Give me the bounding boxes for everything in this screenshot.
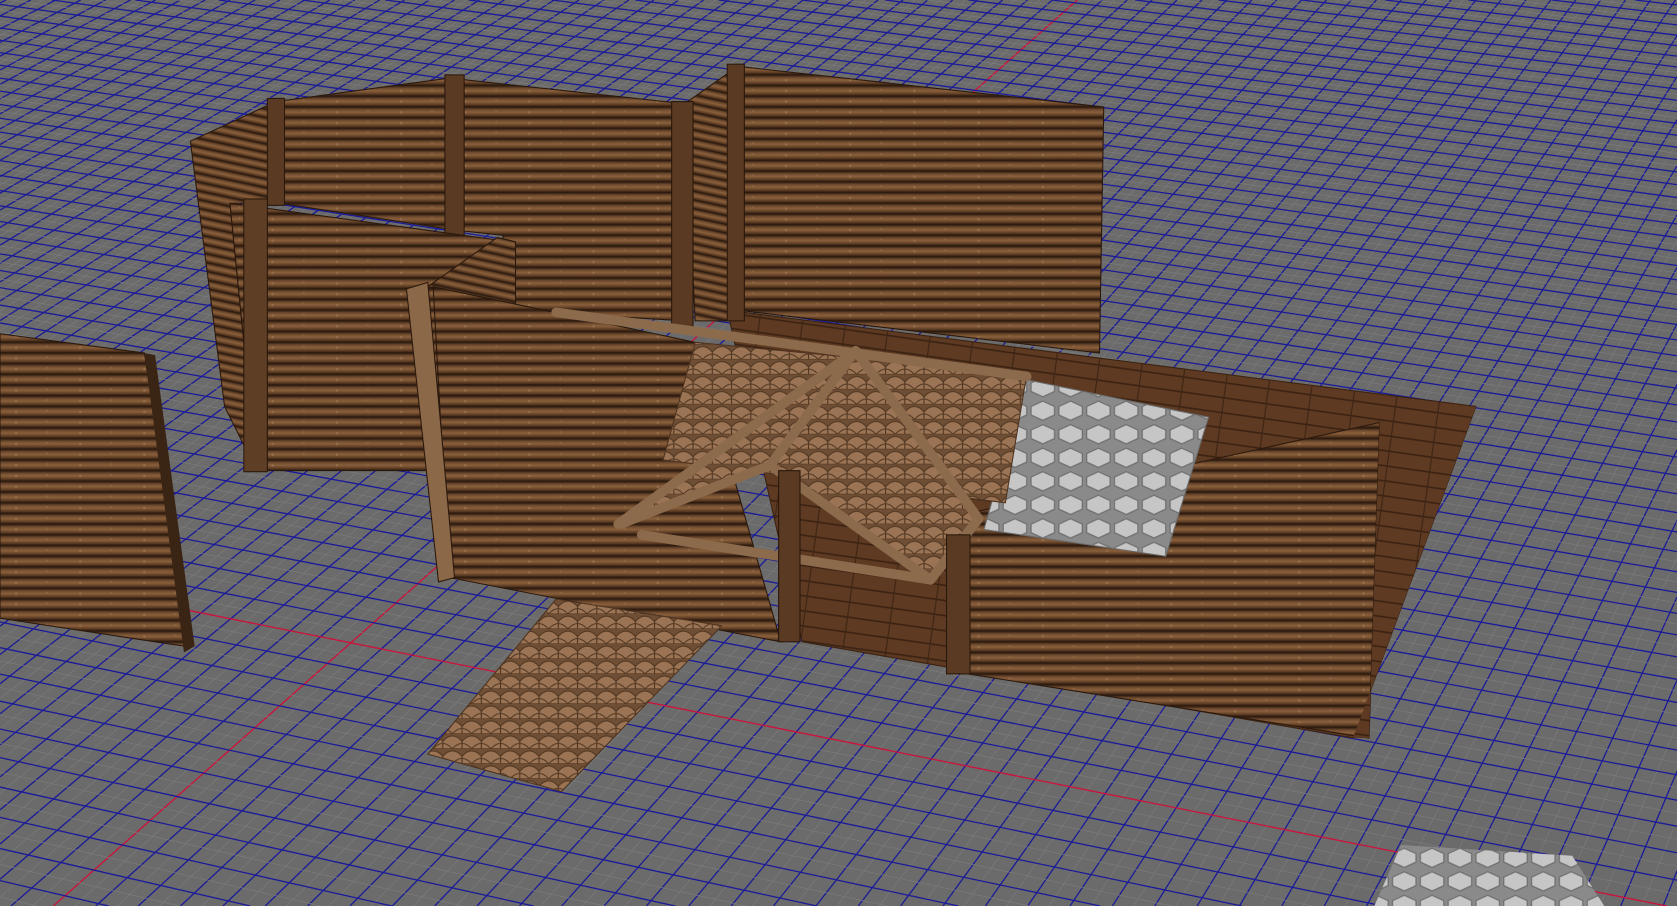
post[interactable] — [671, 101, 694, 327]
3d-viewport[interactable] — [0, 0, 1677, 906]
post[interactable] — [266, 97, 286, 206]
post[interactable] — [778, 470, 801, 643]
wall-back-main[interactable] — [737, 65, 1105, 354]
post[interactable] — [945, 534, 971, 675]
post[interactable] — [726, 63, 745, 322]
post[interactable] — [243, 198, 268, 473]
post[interactable] — [444, 74, 465, 236]
wall-back-1[interactable] — [275, 77, 456, 231]
viewport-canvas[interactable] — [0, 0, 1677, 906]
